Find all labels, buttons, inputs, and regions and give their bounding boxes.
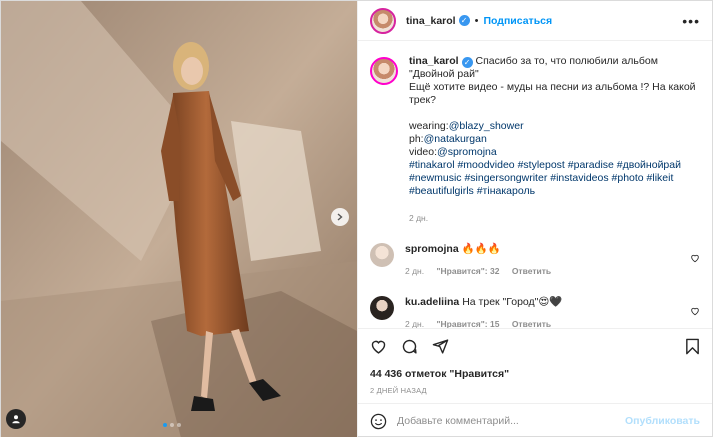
- carousel-indicator: [163, 423, 181, 427]
- post-photo[interactable]: [1, 1, 357, 437]
- likes-count[interactable]: 44 436 отметок "Нравится": [358, 364, 712, 380]
- credit-label: video:: [409, 146, 438, 158]
- comment-item: ku.adeliina На трек "Город"😍🖤 2 дн. "Нра…: [370, 296, 700, 328]
- user-icon: [12, 415, 20, 424]
- comment-likes[interactable]: "Нравится": 15: [436, 319, 499, 328]
- hashtag-links[interactable]: #tinakarol #moodvideo #stylepost #paradi…: [409, 159, 700, 172]
- comment-item: spromojna 🔥🔥🔥 2 дн. "Нравится": 32 Ответ…: [370, 243, 700, 278]
- next-slide-button[interactable]: [331, 208, 349, 226]
- separator: •: [474, 14, 479, 27]
- hashtag-links[interactable]: #beautifulgirls #тінакароль: [409, 185, 700, 198]
- post-actions: [358, 328, 712, 364]
- avatar[interactable]: [370, 7, 396, 34]
- carousel-dot: [170, 423, 174, 427]
- reply-button[interactable]: Ответить: [512, 266, 551, 276]
- author-username[interactable]: tina_karol: [406, 15, 456, 27]
- avatar[interactable]: [370, 57, 398, 85]
- comments-list[interactable]: tina_karol ✓ Спасибо за то, что полюбили …: [358, 41, 712, 328]
- like-comment-icon[interactable]: [690, 253, 700, 263]
- carousel-dot: [177, 423, 181, 427]
- comment-username[interactable]: spromojna: [405, 243, 459, 255]
- reply-button[interactable]: Ответить: [512, 319, 551, 328]
- avatar[interactable]: [370, 243, 394, 267]
- caption-time[interactable]: 2 дн.: [409, 212, 700, 225]
- mention-link[interactable]: @spromojna: [437, 146, 497, 158]
- comment-text: На трек "Город"😍🖤: [462, 296, 563, 308]
- post-caption: tina_karol ✓ Спасибо за то, что полюбили …: [370, 55, 700, 225]
- credit-label: wearing:: [409, 120, 449, 132]
- like-icon[interactable]: [370, 338, 387, 355]
- caption-text: Ещё хотите видео - муды на песни из альб…: [409, 81, 696, 106]
- carousel-dot: [163, 423, 167, 427]
- credit-label: ph:: [409, 133, 424, 145]
- add-comment-bar: Опубликовать: [358, 403, 712, 437]
- mention-link[interactable]: @natakurgan: [424, 133, 487, 145]
- mention-link[interactable]: @blazy_shower: [449, 120, 524, 132]
- comment-time[interactable]: 2 дн.: [405, 319, 424, 328]
- chevron-right-icon: [337, 213, 343, 221]
- save-icon[interactable]: [685, 338, 700, 355]
- publish-button[interactable]: Опубликовать: [625, 415, 700, 427]
- post-side-panel: tina_karol ✓ • Подписаться ••• tina_karo…: [357, 1, 712, 437]
- instagram-post: tina_karol ✓ • Подписаться ••• tina_karo…: [0, 0, 713, 437]
- caption-username[interactable]: tina_karol: [409, 55, 459, 67]
- verified-badge-icon: ✓: [461, 57, 473, 68]
- emoji-icon[interactable]: [370, 413, 387, 430]
- like-comment-icon[interactable]: [690, 306, 700, 316]
- comment-likes[interactable]: "Нравится": 32: [436, 266, 499, 276]
- comment-icon[interactable]: [401, 338, 418, 355]
- follow-button[interactable]: Подписаться: [483, 15, 552, 27]
- post-date: 2 ДНЕЙ НАЗАД: [370, 386, 427, 395]
- verified-badge-icon: ✓: [458, 15, 470, 26]
- tagged-users-button[interactable]: [6, 409, 26, 429]
- comment-input[interactable]: [397, 415, 626, 427]
- more-options-icon[interactable]: •••: [682, 13, 700, 29]
- post-header: tina_karol ✓ • Подписаться •••: [358, 1, 712, 41]
- hashtag-links[interactable]: #newmusic #singersongwriter #instavideos…: [409, 172, 700, 185]
- comment-text: 🔥🔥🔥: [461, 243, 501, 255]
- comment-time[interactable]: 2 дн.: [405, 266, 424, 276]
- share-icon[interactable]: [432, 338, 449, 355]
- fashion-photo: [1, 1, 357, 437]
- comment-username[interactable]: ku.adeliina: [405, 296, 459, 308]
- avatar[interactable]: [370, 296, 394, 320]
